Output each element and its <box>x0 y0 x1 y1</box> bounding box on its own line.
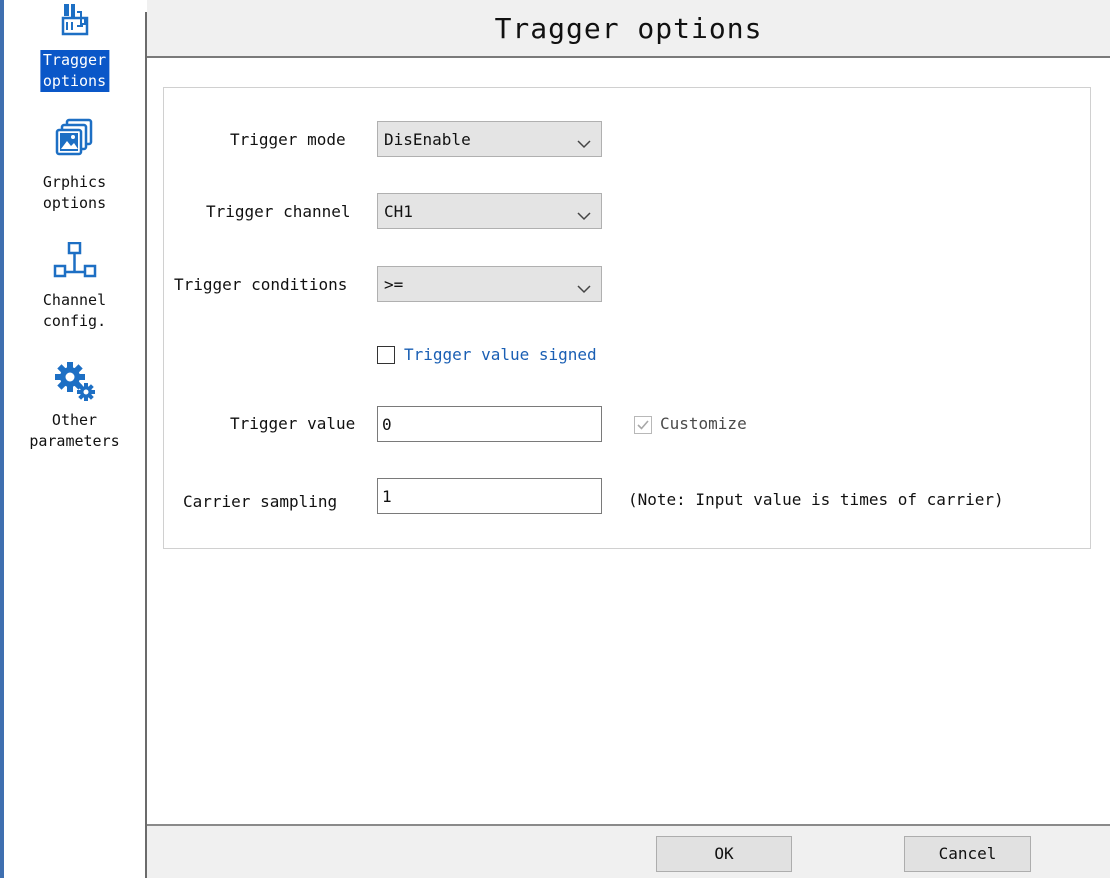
sidebar-divider <box>145 12 147 878</box>
checkmark-icon <box>637 420 649 430</box>
trigger-mode-select[interactable]: DisEnable <box>377 121 602 157</box>
trigger-conditions-select[interactable]: >= <box>377 266 602 302</box>
title-bar: Tragger options <box>147 0 1110 58</box>
trigger-options-icon <box>59 4 91 40</box>
trigger-value-signed-label[interactable]: Trigger value signed <box>404 345 597 364</box>
trigger-value-field[interactable] <box>377 406 602 442</box>
trigger-mode-label: Trigger mode <box>230 130 346 149</box>
sidebar-item-other-parameters[interactable]: Other parameters <box>4 358 145 458</box>
trigger-mode-value: DisEnable <box>384 130 471 149</box>
sidebar-item-graphics-options[interactable]: Grphics options <box>4 116 145 216</box>
trigger-conditions-value: >= <box>384 275 404 294</box>
sidebar: Tragger options Grphics options Channel <box>4 0 145 878</box>
chevron-down-icon <box>577 206 591 225</box>
graphics-options-icon <box>53 116 97 164</box>
carrier-sampling-label: Carrier sampling <box>183 492 338 511</box>
gears-icon <box>52 360 98 406</box>
sidebar-item-channel-config[interactable]: Channel config. <box>4 238 145 338</box>
trigger-value-input[interactable] <box>378 407 601 441</box>
trigger-options-panel: Trigger mode DisEnable Trigger channel C… <box>163 87 1091 549</box>
customize-checkbox[interactable] <box>634 416 652 434</box>
trigger-conditions-label: Trigger conditions <box>174 275 348 294</box>
sidebar-item-label: Channel config. <box>42 291 107 330</box>
carrier-sampling-note: (Note: Input value is times of carrier) <box>628 490 1004 509</box>
ok-button[interactable]: OK <box>656 836 792 872</box>
chevron-down-icon <box>577 279 591 298</box>
cancel-button[interactable]: Cancel <box>904 836 1031 872</box>
customize-label: Customize <box>660 414 747 433</box>
carrier-sampling-input[interactable] <box>378 479 601 513</box>
trigger-value-signed-checkbox[interactable] <box>377 346 395 364</box>
trigger-value-label: Trigger value <box>230 414 356 433</box>
carrier-sampling-field[interactable] <box>377 478 602 514</box>
channel-config-icon <box>53 241 97 284</box>
sidebar-item-label: Other parameters <box>29 411 120 450</box>
trigger-channel-label: Trigger channel <box>206 202 351 221</box>
trigger-channel-select[interactable]: CH1 <box>377 193 602 229</box>
chevron-down-icon <box>577 134 591 153</box>
sidebar-item-label: Tragger options <box>39 50 110 92</box>
page-title: Tragger options <box>494 12 763 45</box>
sidebar-item-trigger-options[interactable]: Tragger options <box>4 0 145 100</box>
trigger-channel-value: CH1 <box>384 202 413 221</box>
sidebar-item-label: Grphics options <box>42 173 107 212</box>
dialog-footer: OK Cancel <box>147 824 1110 878</box>
